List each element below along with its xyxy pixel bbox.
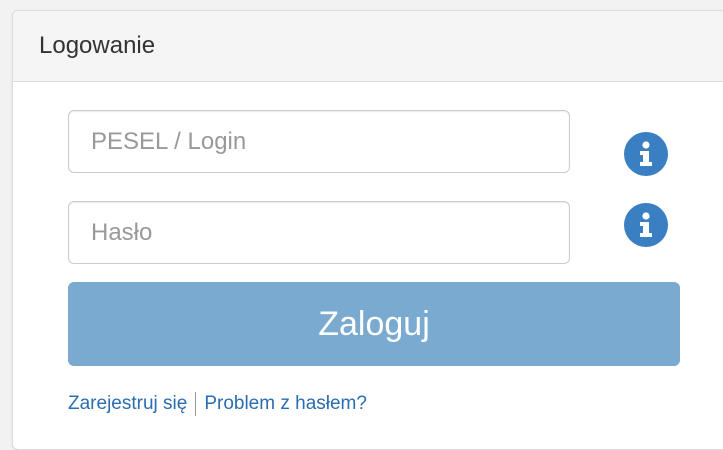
info-icon[interactable]: [624, 132, 668, 176]
info-glyph: [640, 212, 652, 237]
panel-header: Logowanie: [13, 11, 723, 82]
info-glyph: [640, 141, 652, 166]
auth-links: Zarejestruj się Problem z hasłem?: [68, 392, 367, 416]
password-input[interactable]: [68, 201, 570, 264]
panel-title: Logowanie: [39, 32, 156, 59]
info-icon[interactable]: [624, 203, 668, 247]
login-input[interactable]: [68, 110, 570, 173]
register-link[interactable]: Zarejestruj się: [68, 393, 187, 415]
password-problem-link[interactable]: Problem z hasłem?: [204, 393, 367, 415]
link-separator: [195, 392, 197, 416]
login-button[interactable]: Zaloguj: [68, 282, 680, 366]
login-panel: Logowanie Zaloguj Zarejestruj się Proble…: [12, 10, 723, 450]
